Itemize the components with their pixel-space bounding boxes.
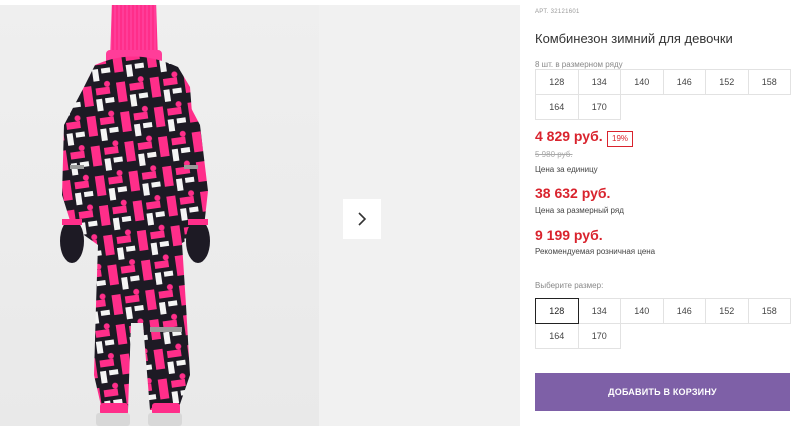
size-row-caption: 8 шт. в размерном ряду [535,60,623,69]
chevron-right-icon [358,212,367,226]
unit-price: 4 829 руб. [535,128,603,144]
size-row-item: 164 [535,94,579,120]
product-title: Комбинезон зимний для девочки [535,31,733,46]
size-option-146[interactable]: 146 [662,298,706,324]
size-option-128[interactable]: 128 [535,298,579,324]
size-row-item: 128 [535,69,579,95]
old-price: 5 980 руб. [535,150,573,159]
size-row-item: 170 [577,94,621,120]
size-row-price: 38 632 руб. [535,185,611,201]
size-option-170[interactable]: 170 [577,323,621,349]
retail-price: 9 199 руб. [535,227,603,243]
size-option-134[interactable]: 134 [577,298,621,324]
discount-badge: 19% [607,131,634,147]
retail-price-caption: Рекомендуемая розничная цена [535,247,656,256]
unit-price-caption: Цена за единицу [535,165,598,174]
article-number: АРТ. 32121601 [535,9,580,15]
size-selector: 128 134 140 146 152 158 164 170 [535,298,791,349]
product-photo-main[interactable] [0,5,319,426]
product-gallery [0,5,520,426]
product-photo [60,5,210,426]
size-option-152[interactable]: 152 [705,298,749,324]
size-row-price-caption: Цена за размерный ряд [535,206,624,215]
size-row-item: 134 [577,69,621,95]
size-row-item: 140 [620,69,664,95]
size-option-164[interactable]: 164 [535,323,579,349]
size-row-item: 152 [705,69,749,95]
size-row-item: 158 [747,69,791,95]
size-option-140[interactable]: 140 [620,298,664,324]
gallery-next-button[interactable] [343,199,381,239]
size-row-item: 146 [662,69,706,95]
choose-size-label: Выберите размер: [535,281,604,290]
size-option-158[interactable]: 158 [747,298,791,324]
size-row-grid: 128 134 140 146 152 158 164 170 [535,69,791,120]
add-to-cart-button[interactable]: ДОБАВИТЬ В КОРЗИНУ [535,373,790,411]
